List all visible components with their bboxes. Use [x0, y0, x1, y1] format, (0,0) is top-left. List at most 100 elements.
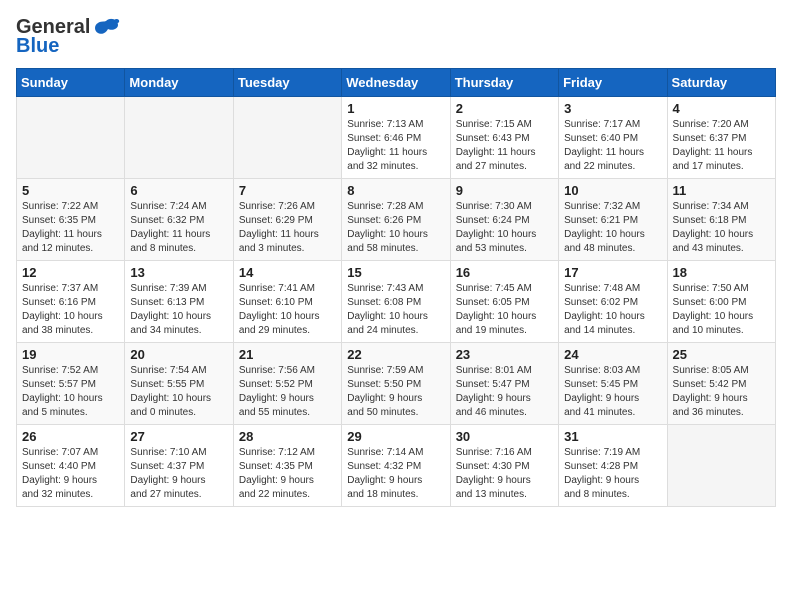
calendar-day-cell: 9 Sunrise: 7:30 AM Sunset: 6:24 PM Daylig…	[450, 179, 558, 261]
calendar-day-cell: 3 Sunrise: 7:17 AM Sunset: 6:40 PM Daylig…	[559, 97, 667, 179]
day-number: 9	[456, 183, 553, 198]
calendar-day-cell: 22 Sunrise: 7:59 AM Sunset: 5:50 PM Dayli…	[342, 343, 450, 425]
day-info: Sunrise: 8:01 AM Sunset: 5:47 PM Dayligh…	[456, 364, 553, 420]
day-info: Sunrise: 7:50 AM Sunset: 6:00 PM Dayligh…	[673, 282, 770, 338]
weekday-header-cell: Sunday	[17, 69, 125, 97]
day-number: 23	[456, 347, 553, 362]
day-info: Sunrise: 7:14 AM Sunset: 4:32 PM Dayligh…	[347, 446, 444, 502]
calendar-day-cell: 2 Sunrise: 7:15 AM Sunset: 6:43 PM Daylig…	[450, 97, 558, 179]
day-info: Sunrise: 7:12 AM Sunset: 4:35 PM Dayligh…	[239, 446, 336, 502]
calendar-day-cell: 6 Sunrise: 7:24 AM Sunset: 6:32 PM Daylig…	[125, 179, 233, 261]
day-info: Sunrise: 7:07 AM Sunset: 4:40 PM Dayligh…	[22, 446, 119, 502]
calendar-day-cell	[17, 97, 125, 179]
day-info: Sunrise: 7:54 AM Sunset: 5:55 PM Dayligh…	[130, 364, 227, 420]
calendar-day-cell: 31Sunrise: 7:19 AM Sunset: 4:28 PM Dayli…	[559, 425, 667, 507]
day-info: Sunrise: 7:17 AM Sunset: 6:40 PM Dayligh…	[564, 118, 661, 174]
day-info: Sunrise: 7:43 AM Sunset: 6:08 PM Dayligh…	[347, 282, 444, 338]
calendar-day-cell: 7Sunrise: 7:26 AM Sunset: 6:29 PM Daylig…	[233, 179, 341, 261]
day-number: 1	[347, 101, 444, 116]
day-info: Sunrise: 7:39 AM Sunset: 6:13 PM Dayligh…	[130, 282, 227, 338]
calendar-day-cell: 14 Sunrise: 7:41 AM Sunset: 6:10 PM Dayli…	[233, 261, 341, 343]
day-number: 18	[673, 265, 770, 280]
day-info: Sunrise: 7:41 AM Sunset: 6:10 PM Dayligh…	[239, 282, 336, 338]
day-info: Sunrise: 8:03 AM Sunset: 5:45 PM Dayligh…	[564, 364, 661, 420]
calendar-day-cell: 26 Sunrise: 7:07 AM Sunset: 4:40 PM Dayli…	[17, 425, 125, 507]
day-number: 3	[564, 101, 661, 116]
day-number: 25	[673, 347, 770, 362]
day-info: Sunrise: 7:34 AM Sunset: 6:18 PM Dayligh…	[673, 200, 770, 256]
day-info: Sunrise: 7:48 AM Sunset: 6:02 PM Dayligh…	[564, 282, 661, 338]
day-info: Sunrise: 7:10 AM Sunset: 4:37 PM Dayligh…	[130, 446, 227, 502]
day-number: 8	[347, 183, 444, 198]
calendar-day-cell: 28 Sunrise: 7:12 AM Sunset: 4:35 PM Dayli…	[233, 425, 341, 507]
logo: General Blue	[16, 16, 120, 58]
day-info: Sunrise: 7:15 AM Sunset: 6:43 PM Dayligh…	[456, 118, 553, 174]
calendar-week-row: 1 Sunrise: 7:13 AM Sunset: 6:46 PM Daylig…	[17, 97, 776, 179]
weekday-header-cell: Friday	[559, 69, 667, 97]
day-number: 13	[130, 265, 227, 280]
calendar-day-cell: 8 Sunrise: 7:28 AM Sunset: 6:26 PM Daylig…	[342, 179, 450, 261]
day-number: 2	[456, 101, 553, 116]
calendar-body: 1 Sunrise: 7:13 AM Sunset: 6:46 PM Daylig…	[17, 97, 776, 507]
day-info: Sunrise: 7:22 AM Sunset: 6:35 PM Dayligh…	[22, 200, 119, 256]
calendar-day-cell: 29Sunrise: 7:14 AM Sunset: 4:32 PM Dayli…	[342, 425, 450, 507]
calendar-day-cell: 20Sunrise: 7:54 AM Sunset: 5:55 PM Dayli…	[125, 343, 233, 425]
day-info: Sunrise: 7:28 AM Sunset: 6:26 PM Dayligh…	[347, 200, 444, 256]
calendar-week-row: 19 Sunrise: 7:52 AM Sunset: 5:57 PM Dayli…	[17, 343, 776, 425]
calendar-day-cell: 23 Sunrise: 8:01 AM Sunset: 5:47 PM Dayli…	[450, 343, 558, 425]
day-number: 7	[239, 183, 336, 198]
day-info: Sunrise: 7:16 AM Sunset: 4:30 PM Dayligh…	[456, 446, 553, 502]
day-number: 5	[22, 183, 119, 198]
calendar-day-cell: 27 Sunrise: 7:10 AM Sunset: 4:37 PM Dayli…	[125, 425, 233, 507]
day-number: 17	[564, 265, 661, 280]
day-number: 4	[673, 101, 770, 116]
calendar-day-cell	[233, 97, 341, 179]
calendar-day-cell: 13 Sunrise: 7:39 AM Sunset: 6:13 PM Dayli…	[125, 261, 233, 343]
calendar-day-cell: 15 Sunrise: 7:43 AM Sunset: 6:08 PM Dayli…	[342, 261, 450, 343]
day-number: 14	[239, 265, 336, 280]
day-number: 28	[239, 429, 336, 444]
day-info: Sunrise: 7:59 AM Sunset: 5:50 PM Dayligh…	[347, 364, 444, 420]
weekday-header-cell: Tuesday	[233, 69, 341, 97]
calendar-day-cell: 5 Sunrise: 7:22 AM Sunset: 6:35 PM Daylig…	[17, 179, 125, 261]
calendar-day-cell: 4 Sunrise: 7:20 AM Sunset: 6:37 PM Daylig…	[667, 97, 775, 179]
day-info: Sunrise: 7:19 AM Sunset: 4:28 PM Dayligh…	[564, 446, 661, 502]
day-number: 27	[130, 429, 227, 444]
weekday-header-cell: Monday	[125, 69, 233, 97]
day-info: Sunrise: 7:20 AM Sunset: 6:37 PM Dayligh…	[673, 118, 770, 174]
day-number: 22	[347, 347, 444, 362]
day-info: Sunrise: 8:05 AM Sunset: 5:42 PM Dayligh…	[673, 364, 770, 420]
weekday-header-cell: Wednesday	[342, 69, 450, 97]
day-number: 6	[130, 183, 227, 198]
day-number: 10	[564, 183, 661, 198]
calendar-day-cell: 1 Sunrise: 7:13 AM Sunset: 6:46 PM Daylig…	[342, 97, 450, 179]
calendar-day-cell: 19 Sunrise: 7:52 AM Sunset: 5:57 PM Dayli…	[17, 343, 125, 425]
day-number: 21	[239, 347, 336, 362]
calendar-day-cell: 30Sunrise: 7:16 AM Sunset: 4:30 PM Dayli…	[450, 425, 558, 507]
page-header: General Blue	[16, 16, 776, 58]
day-number: 12	[22, 265, 119, 280]
logo-bird-icon	[92, 17, 120, 39]
calendar-day-cell: 16Sunrise: 7:45 AM Sunset: 6:05 PM Dayli…	[450, 261, 558, 343]
day-number: 26	[22, 429, 119, 444]
calendar-day-cell: 21 Sunrise: 7:56 AM Sunset: 5:52 PM Dayli…	[233, 343, 341, 425]
calendar-day-cell: 10 Sunrise: 7:32 AM Sunset: 6:21 PM Dayli…	[559, 179, 667, 261]
day-info: Sunrise: 7:13 AM Sunset: 6:46 PM Dayligh…	[347, 118, 444, 174]
day-info: Sunrise: 7:45 AM Sunset: 6:05 PM Dayligh…	[456, 282, 553, 338]
calendar-week-row: 26 Sunrise: 7:07 AM Sunset: 4:40 PM Dayli…	[17, 425, 776, 507]
day-number: 15	[347, 265, 444, 280]
calendar-week-row: 12Sunrise: 7:37 AM Sunset: 6:16 PM Dayli…	[17, 261, 776, 343]
day-info: Sunrise: 7:30 AM Sunset: 6:24 PM Dayligh…	[456, 200, 553, 256]
calendar-week-row: 5 Sunrise: 7:22 AM Sunset: 6:35 PM Daylig…	[17, 179, 776, 261]
calendar-day-cell	[125, 97, 233, 179]
logo-blue-text: Blue	[16, 35, 59, 58]
calendar-day-cell: 25 Sunrise: 8:05 AM Sunset: 5:42 PM Dayli…	[667, 343, 775, 425]
day-number: 11	[673, 183, 770, 198]
day-info: Sunrise: 7:32 AM Sunset: 6:21 PM Dayligh…	[564, 200, 661, 256]
day-info: Sunrise: 7:52 AM Sunset: 5:57 PM Dayligh…	[22, 364, 119, 420]
weekday-header-cell: Thursday	[450, 69, 558, 97]
day-number: 19	[22, 347, 119, 362]
day-info: Sunrise: 7:24 AM Sunset: 6:32 PM Dayligh…	[130, 200, 227, 256]
calendar-day-cell: 17 Sunrise: 7:48 AM Sunset: 6:02 PM Dayli…	[559, 261, 667, 343]
day-info: Sunrise: 7:56 AM Sunset: 5:52 PM Dayligh…	[239, 364, 336, 420]
